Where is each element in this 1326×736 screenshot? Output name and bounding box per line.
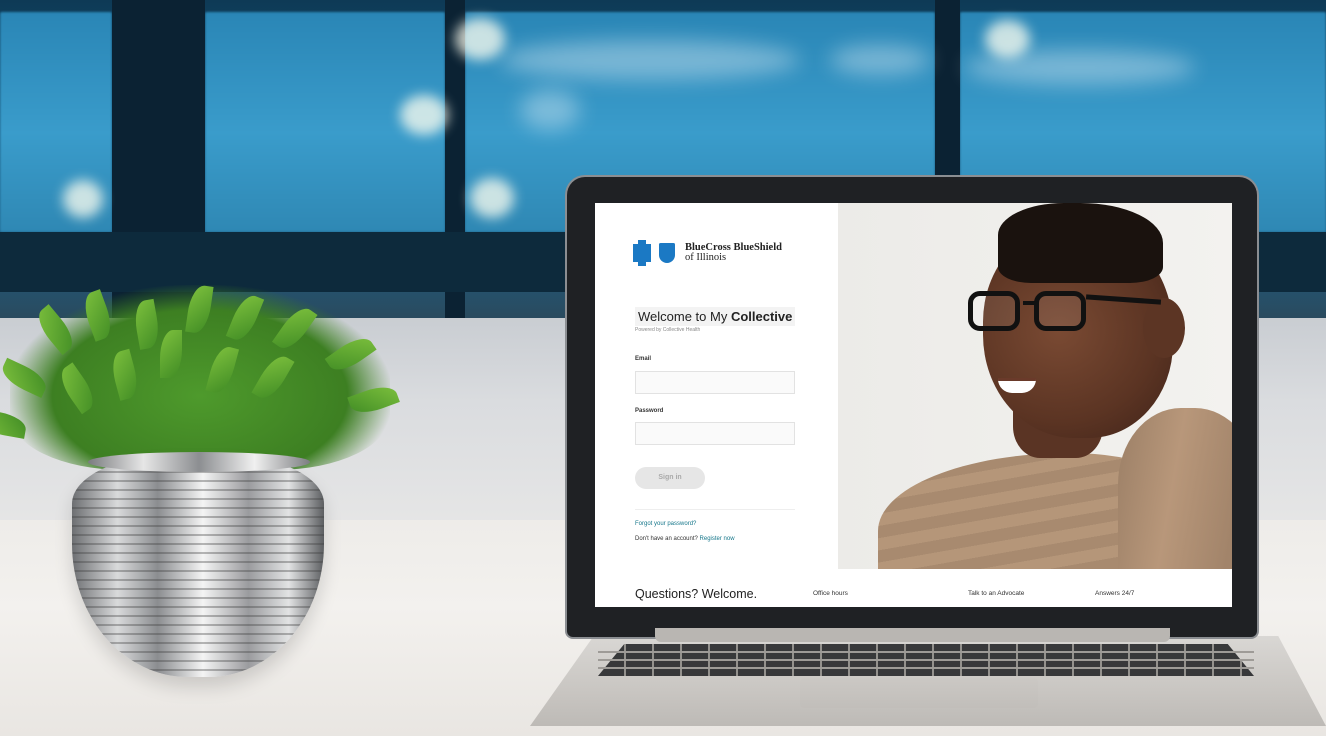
office-hours-label: Office hours [813, 590, 848, 597]
pot-rim [88, 452, 310, 472]
answers-label: Answers 24/7 [1095, 590, 1135, 597]
laptop-hinge [655, 628, 1170, 642]
brand-logo: BlueCross BlueShield of Illinois [633, 240, 782, 266]
advocate-label: Talk to an Advocate [968, 590, 1025, 597]
laptop-screen: BlueCross BlueShield of Illinois Welcome… [595, 203, 1232, 607]
laptop-trackpad [800, 678, 1038, 708]
email-label: Email [635, 356, 652, 362]
help-footer: Questions? Welcome. Office hours Talk to… [595, 569, 1232, 607]
login-panel: BlueCross BlueShield of Illinois Welcome… [595, 203, 838, 569]
powered-by: Powered by Collective Health [635, 327, 701, 333]
blueshield-logo-icon [659, 243, 675, 263]
page-title: Welcome to My Collective [635, 307, 796, 326]
bluecross-logo-icon [633, 240, 651, 266]
footer-heading: Questions? Welcome. [635, 587, 758, 601]
password-label: Password [635, 408, 664, 414]
password-field[interactable] [635, 422, 795, 445]
welcome-brand: Collective [730, 309, 793, 324]
brand-line-2: of Illinois [685, 252, 727, 263]
divider [635, 509, 795, 510]
no-account-text: Don't have an account? [635, 536, 698, 542]
register-link[interactable]: Register now [700, 536, 735, 542]
hero-photo [838, 203, 1232, 569]
email-field[interactable] [635, 371, 795, 394]
eyeglasses [968, 291, 1162, 331]
sign-in-button[interactable]: Sign in [635, 467, 705, 489]
register-prompt: Don't have an account? Register now [635, 536, 735, 542]
welcome-prefix: Welcome to My [638, 309, 731, 324]
forgot-password-link[interactable]: Forgot your password? [635, 521, 696, 527]
